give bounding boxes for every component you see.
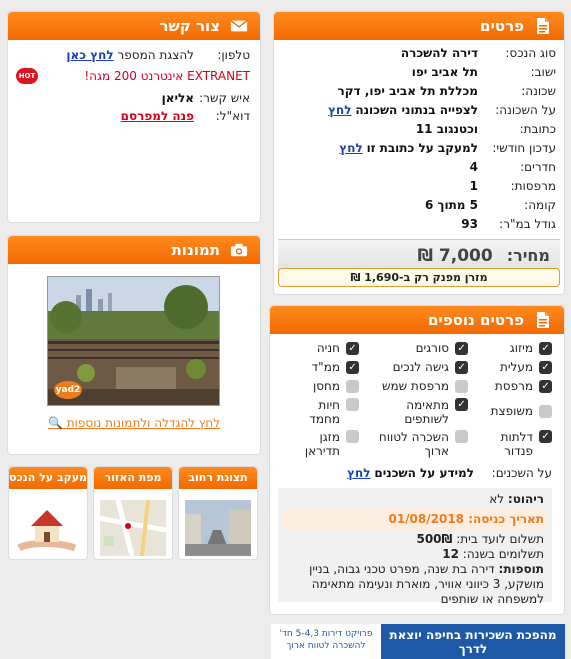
checkbox-unchecked-icon <box>346 430 359 443</box>
camera-icon <box>230 240 248 260</box>
tenants-link[interactable]: לחץ <box>347 466 370 480</box>
checkbox-checked-icon: ✓ <box>539 430 552 443</box>
envelope-icon <box>230 16 248 36</box>
photos-title: תמונות <box>171 241 220 259</box>
price-label: מחיר: <box>506 246 550 265</box>
contact-advertiser-link[interactable]: פנה למפרסם <box>121 109 194 123</box>
contact-panel: צור קשר טלפון: להצגת המספר לחץ כאן EXTRA… <box>7 11 261 223</box>
checkbox-checked-icon: ✓ <box>539 379 552 393</box>
contact-email-row: דוא"ל: פנה למפרסם <box>120 109 250 123</box>
document-icon <box>534 310 552 330</box>
checkbox-unchecked-icon <box>539 404 552 418</box>
show-phone-link[interactable]: לחץ כאן <box>66 48 113 62</box>
details-title: פרטים <box>480 17 524 35</box>
magnifier-icon: 🔍 <box>47 416 63 430</box>
street-view-tile[interactable]: תצוגת רחוב <box>178 466 258 560</box>
feature-long-term: השכרה לטווח ארוך <box>368 430 468 458</box>
feature-pandor-doors: ✓ דלתות פנדור <box>472 430 552 458</box>
detail-row-neighborhood: שכונה: מכללת תל אביב יפו, דקר <box>337 84 557 98</box>
contact-header: צור קשר <box>8 12 260 40</box>
cash-promo-link[interactable]: מזרן מפנק רק ב-1,690 ₪ <box>278 268 560 287</box>
checkbox-checked-icon: ✓ <box>455 360 468 374</box>
ad-banner[interactable]: מהפכת השכירות בחיפה יוצאת לדרך פרויקט די… <box>271 624 565 659</box>
furniture-row: ריהוט: לא <box>489 492 544 506</box>
document-icon <box>534 16 552 36</box>
detail-row-rooms: חדרים: 4 <box>469 160 556 174</box>
track-address-link[interactable]: לחץ <box>339 141 362 155</box>
checkbox-checked-icon: ✓ <box>346 360 359 374</box>
listing-photo[interactable]: yad2 <box>47 276 220 406</box>
checkbox-checked-icon: ✓ <box>539 341 552 355</box>
tenants-row: על השכנים: למידע על השכנים לחץ <box>347 466 552 480</box>
entry-date-row: תאריך כניסה: 01/08/2018 <box>282 510 548 529</box>
hot-logo-icon[interactable]: HOT <box>16 68 38 84</box>
property-tracking-title: מעקב על הנכס <box>9 467 87 489</box>
checkbox-checked-icon: ✓ <box>455 341 468 355</box>
detail-row-city: ישוב: תל אביב יפו <box>411 65 556 79</box>
area-map-tile[interactable]: מפת האזור <box>93 466 173 560</box>
feature-safe-room: ✓ ממ"ד <box>312 360 359 374</box>
area-map-image[interactable] <box>100 500 166 556</box>
detail-row-balconies: מרפסות: 1 <box>469 179 556 193</box>
detail-row-monthly-update: עדכון חודשי: למעקב על כתובת זו לחץ <box>339 141 556 155</box>
banner-main-text[interactable]: מהפכת השכירות בחיפה יוצאת לדרך <box>381 628 565 656</box>
feature-balcony: ✓ מרפסת <box>495 379 552 393</box>
neighborhood-link[interactable]: לחץ <box>328 103 351 117</box>
checkbox-checked-icon: ✓ <box>455 398 468 411</box>
feature-roommates: ✓ מתאימה לשותפים <box>378 398 468 426</box>
detail-row-floor: קומה: 5 מתוך 6 <box>424 198 556 212</box>
detail-row-type: סוג הנכס: דירה להשכרה <box>400 46 556 60</box>
checkbox-unchecked-icon <box>455 430 468 443</box>
notes-box: ריהוט: לא תאריך כניסה: 01/08/2018 תשלום … <box>278 488 552 606</box>
house-in-hand-icon[interactable] <box>15 500 81 556</box>
contact-person-row: איש קשר: אליאן <box>161 91 250 105</box>
checkbox-unchecked-icon <box>455 379 468 393</box>
contact-person-name: אליאן <box>161 91 194 105</box>
contact-promo-row: EXTRANET אינטרנט 200 מגה! HOT <box>16 68 250 84</box>
vaad-row: תשלום לועד בית: 500₪ <box>416 532 544 546</box>
extras-row: תוספות: דירה בת שנה, מפרט טכני גבוה, בני… <box>309 562 544 606</box>
promo-text[interactable]: EXTRANET אינטרנט 200 מגה! <box>84 69 250 83</box>
feature-elevator: ✓ מעלית <box>500 360 552 374</box>
street-view-title: תצוגת רחוב <box>179 467 257 489</box>
contact-phone-row: טלפון: להצגת המספר לחץ כאן <box>66 48 250 62</box>
feature-renovated: משופצת <box>491 404 552 418</box>
feature-pets: חיות מחמד <box>299 398 359 426</box>
photos-header: תמונות <box>8 236 260 264</box>
feature-ac: ✓ מיזוג <box>510 341 552 355</box>
detail-row-size: גודל במ"ר: 93 <box>461 217 556 231</box>
photos-panel: תמונות yad2 לחץ להגדלה ולתמונות נוספות 🔍 <box>7 235 261 455</box>
area-map-title: מפת האזור <box>94 467 172 489</box>
details-panel: פרטים סוג הנכס: דירה להשכרה ישוב: תל אבי… <box>273 11 565 295</box>
more-details-title: פרטים נוספים <box>427 311 524 329</box>
price-box: מחיר: 7,000 ₪ <box>278 239 560 271</box>
contact-title: צור קשר <box>159 17 220 35</box>
feature-accessibility: ✓ גישה לנכים <box>393 360 468 374</box>
detail-row-about-neighborhood: על השכונה: לצפייה בנתוני השכונה לחץ <box>328 103 556 117</box>
checkbox-checked-icon: ✓ <box>346 341 359 355</box>
phone-text: להצגת המספר <box>117 48 194 62</box>
feature-tadiran-ac: מזגן תדיראן <box>299 430 359 458</box>
detail-row-address: כתובת: וכטנגוב 11 <box>415 122 556 136</box>
feature-storage: מחסן <box>313 379 359 393</box>
banner-sub-text[interactable]: פרויקט דירות 5-4,3 חד' להשכרה לטווח ארוך <box>271 624 381 659</box>
enlarge-photos-link[interactable]: לחץ להגדלה ולתמונות נוספות 🔍 <box>8 416 260 430</box>
yad2-watermark: yad2 <box>54 381 82 399</box>
details-header: פרטים <box>274 12 564 40</box>
more-details-panel: פרטים נוספים ✓ מיזוג ✓ סורגים ✓ חניה ✓ מעלית… <box>269 305 565 615</box>
street-view-image[interactable] <box>185 500 251 556</box>
price-value: 7,000 ₪ <box>417 245 493 266</box>
feature-parking: ✓ חניה <box>317 341 359 355</box>
more-details-header: פרטים נוספים <box>270 306 564 334</box>
payments-row: תשלומים בשנה: 12 <box>442 547 544 561</box>
feature-bars: ✓ סורגים <box>416 341 468 355</box>
checkbox-unchecked-icon <box>346 398 359 411</box>
feature-sun-balcony: מרפסת שמש <box>382 379 468 393</box>
checkbox-checked-icon: ✓ <box>539 360 552 374</box>
checkbox-unchecked-icon <box>346 379 359 393</box>
property-tracking-tile[interactable]: מעקב על הנכס <box>8 466 88 560</box>
